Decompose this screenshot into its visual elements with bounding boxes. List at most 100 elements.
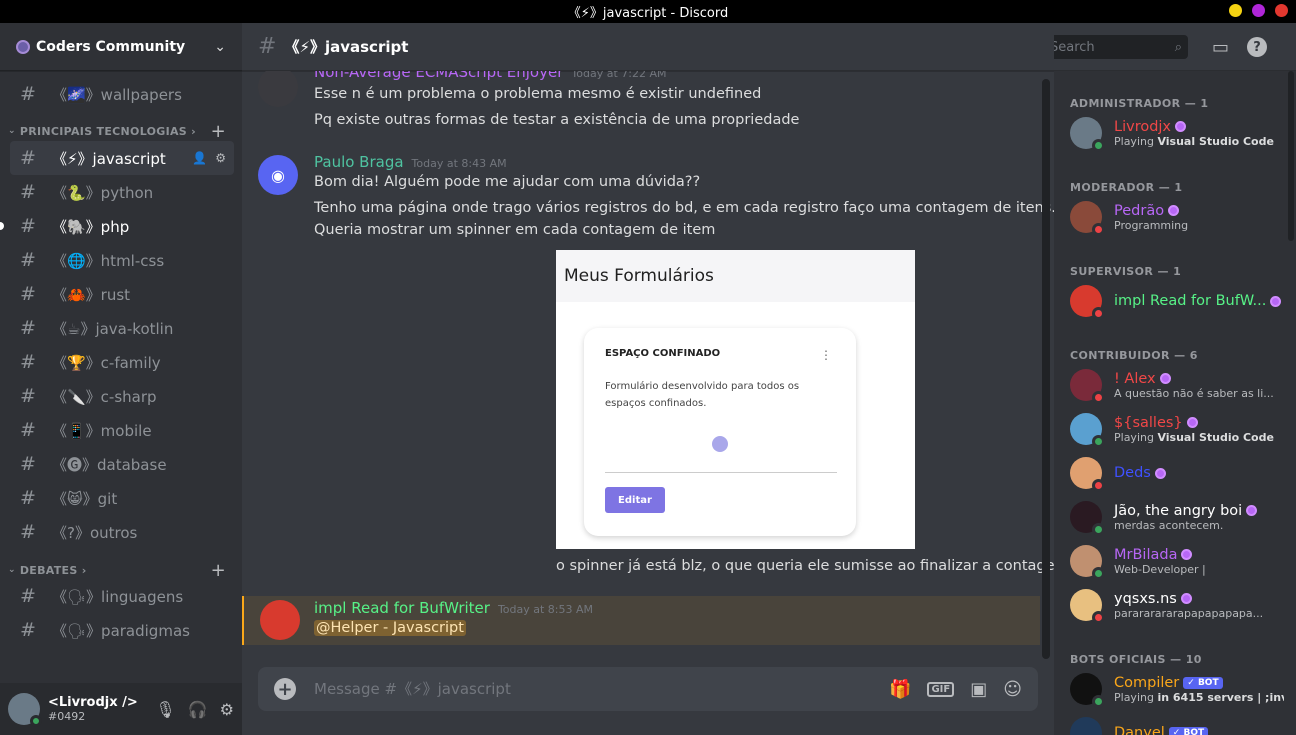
member-name: Jão, the angry boi	[1114, 502, 1243, 519]
card-title: ESPAÇO CONFINADO	[605, 348, 721, 359]
guild-header[interactable]: Coders Community ⌄	[0, 23, 242, 71]
group-header: BOTS OFICIAIS — 10	[1070, 653, 1202, 666]
channel-git[interactable]: # 《😸》git	[10, 481, 234, 515]
add-attachment-icon[interactable]: +	[274, 678, 296, 700]
message-author[interactable]: Non-Average ECMAScript Enjoyer	[314, 71, 563, 81]
message-author[interactable]: Paulo Braga	[314, 153, 404, 171]
channel-wallpapers[interactable]: # 《🌌》wallpapers	[10, 77, 234, 111]
avatar[interactable]	[260, 600, 300, 640]
category-debates[interactable]: ⌄ DEBATES › +	[0, 549, 242, 581]
window-titlebar: 《⚡》javascript - Discord	[0, 0, 1296, 23]
boost-icon	[1159, 373, 1171, 384]
channel-label: 《🗣》linguagens	[52, 587, 184, 606]
help-icon[interactable]: ?	[1247, 37, 1268, 57]
role-mention[interactable]: @Helper - Javascript	[314, 620, 466, 636]
channel-rust[interactable]: # 《🦀》rust	[10, 277, 234, 311]
user-panel: <Livrodjx /> #0492 🎙 🎧 ⚙	[0, 683, 242, 735]
channel-label: 《🦀》rust	[52, 285, 131, 304]
channel-label: 《☕》java-kotlin	[52, 319, 174, 338]
hash-icon: #	[20, 585, 36, 607]
member-name: ${salles}	[1114, 414, 1183, 431]
boost-icon	[1180, 593, 1192, 604]
gif-icon[interactable]: GIF	[927, 681, 955, 697]
scrollbar[interactable]	[1042, 79, 1050, 659]
add-channel-icon[interactable]: +	[211, 121, 226, 142]
group-header: MODERADOR — 1	[1070, 181, 1183, 194]
message-text: Esse n é um problema o problema mesmo é …	[314, 86, 762, 102]
member-item[interactable]: Deds	[1070, 452, 1290, 494]
inbox-icon[interactable]: ▭	[1212, 37, 1229, 58]
member-item[interactable]: ! Alex A questão não é saber as li...	[1070, 364, 1290, 406]
avatar[interactable]	[258, 71, 298, 107]
add-channel-icon[interactable]: +	[211, 560, 226, 581]
member-item[interactable]: Compiler ✓ BOT Playing in 6415 servers | …	[1070, 668, 1290, 710]
member-item[interactable]: ${salles} Playing Visual Studio Code	[1070, 408, 1290, 450]
channel-paradigmas[interactable]: # 《🗣》paradigmas	[10, 613, 234, 647]
activity: Visual Studio Code	[1157, 430, 1274, 444]
channel-javascript[interactable]: # 《⚡》javascript 👤 ⚙	[10, 141, 234, 175]
search-input[interactable]: Search ⌕	[1054, 35, 1188, 59]
category-principais[interactable]: ⌄ PRINCIPAIS TECNOLOGIAS › +	[0, 111, 242, 142]
member-item[interactable]: Jão, the angry boi merdas acontecem.	[1070, 496, 1290, 538]
member-item[interactable]: yqsxs.ns parararararapapapapapa...	[1070, 584, 1290, 626]
member-item[interactable]: Pedrão Programming	[1070, 196, 1290, 238]
status-online-icon	[30, 715, 42, 727]
message-text: Tenho uma página onde trago vários regis…	[314, 200, 1054, 216]
gear-icon[interactable]: ⚙	[215, 151, 226, 165]
channel-c-family[interactable]: # 《🏆》c-family	[10, 345, 234, 379]
channel-database[interactable]: # 《🅖》database	[10, 447, 234, 481]
activity-prefix: Playing	[1114, 134, 1158, 148]
microphone-icon[interactable]: 🎙	[155, 700, 175, 719]
channel-python[interactable]: # 《🐍》python	[10, 175, 234, 209]
boost-icon	[1168, 205, 1180, 216]
channel-label: 《🐍》python	[52, 183, 154, 202]
channel-c-sharp[interactable]: # 《🔪》c-sharp	[10, 379, 234, 413]
message: Non-Average ECMAScript Enjoyer Today at 7…	[242, 71, 1040, 133]
gift-icon[interactable]: 🎁	[889, 679, 911, 700]
spinner	[712, 436, 728, 452]
member-item[interactable]: impl Read for BufW...	[1070, 280, 1290, 322]
unread-indicator	[0, 222, 4, 230]
avatar[interactable]	[8, 693, 42, 727]
member-item[interactable]: Danyel ✓ BOT	[1070, 712, 1290, 735]
channel-php[interactable]: # 《🐘》php	[0, 209, 234, 243]
member-item[interactable]: MrBilada Web-Developer |	[1070, 540, 1290, 582]
chevron-down-icon[interactable]: ⌄	[214, 39, 226, 55]
message-text: Pq existe outras formas de testar a exis…	[314, 112, 800, 128]
hash-icon: #	[20, 521, 36, 543]
emoji-icon[interactable]: ☺	[1003, 679, 1022, 700]
minimize-button[interactable]	[1229, 4, 1242, 17]
avatar[interactable]: ◉	[258, 155, 298, 195]
timestamp: Today at 8:53 AM	[497, 603, 594, 616]
hash-icon: #	[20, 487, 36, 509]
message-mention: impl Read for BufWriter Today at 8:53 AM …	[242, 596, 1040, 645]
channel-outros[interactable]: # 《?》outros	[10, 515, 234, 549]
hash-icon: #	[20, 181, 36, 203]
member-item[interactable]: Livrodjx Playing Visual Studio Code	[1070, 112, 1290, 154]
hash-icon: #	[20, 351, 36, 373]
channel-label: 《🏆》c-family	[52, 353, 161, 372]
member-name: Deds	[1114, 465, 1151, 481]
category-label: DEBATES ›	[19, 563, 87, 577]
channel-java-kotlin[interactable]: # 《☕》java-kotlin	[10, 311, 234, 345]
chat-header: # 《⚡》javascript	[242, 23, 1054, 71]
message-input[interactable]	[314, 680, 890, 698]
message-author[interactable]: impl Read for BufWriter	[314, 599, 490, 617]
channel-linguagens[interactable]: # 《🗣》linguagens	[10, 579, 234, 613]
sticker-icon[interactable]: ▣	[970, 679, 987, 700]
activity-prefix: Playing	[1114, 430, 1158, 444]
member-list: #2 🔔 📌 👥 Search ⌕ ▭ ? ADMINISTRADOR — 1 …	[1054, 23, 1296, 735]
hash-icon: #	[20, 283, 36, 305]
close-button[interactable]	[1275, 4, 1288, 17]
avatar	[1070, 413, 1105, 448]
headphones-icon[interactable]: 🎧	[188, 700, 208, 719]
form-card: ESPAÇO CONFINADO ⋮ Formulário desenvolvi…	[584, 328, 856, 536]
gear-icon[interactable]: ⚙	[220, 700, 234, 719]
message-list: Non-Average ECMAScript Enjoyer Today at 7…	[242, 71, 1054, 667]
maximize-button[interactable]	[1252, 4, 1265, 17]
image-attachment[interactable]: Meus Formulários ESPAÇO CONFINADO ⋮ Form…	[556, 250, 915, 549]
channel-mobile[interactable]: # 《📱》mobile	[10, 413, 234, 447]
channel-html-css[interactable]: # 《🌐》html-css	[10, 243, 234, 277]
invite-icon[interactable]: 👤	[192, 151, 207, 165]
hash-icon: #	[20, 147, 36, 169]
